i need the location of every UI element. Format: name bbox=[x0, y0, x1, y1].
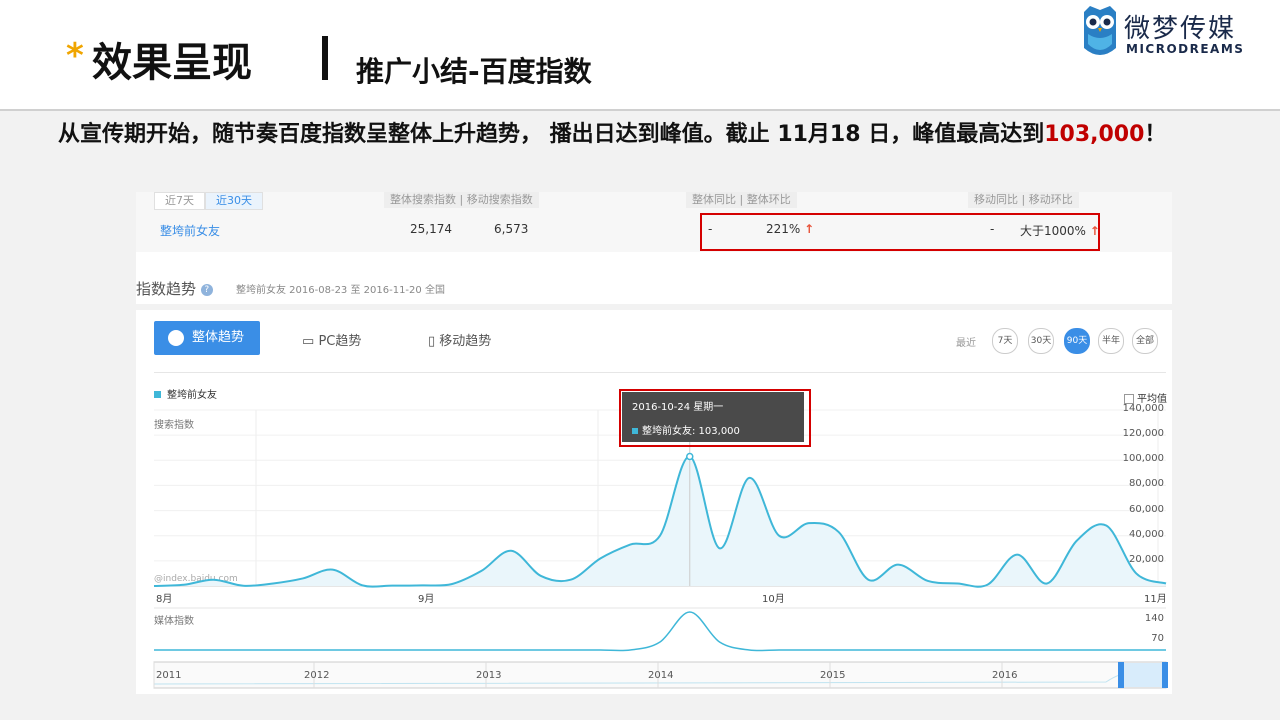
y-tick-label: 80,000 bbox=[1129, 478, 1164, 490]
summary-end: ！ bbox=[1144, 122, 1167, 147]
y-tick-label: 40,000 bbox=[1129, 528, 1164, 540]
overview-year-label: 2012 bbox=[304, 670, 330, 681]
summary-body: 从宣传期开始，随节奏百度指数呈整体上升趋势， 播出日达到峰值。截止 11月18 … bbox=[58, 122, 1045, 147]
media-line bbox=[153, 611, 1166, 652]
brand-logo: 微梦传媒 MICRODREAMS bbox=[1080, 4, 1280, 62]
owl-logo-icon bbox=[1084, 6, 1116, 55]
baidu-index-screenshot: 近7天 近30天 整体搜索指数 | 移动搜索指数 整体同比 | 整体环比 移动同比… bbox=[136, 192, 1172, 694]
x-tick-label: 8月 bbox=[156, 594, 173, 605]
overview-handle-right bbox=[1162, 662, 1168, 688]
title-star: * bbox=[66, 36, 84, 76]
page-subtitle: 推广小结-百度指数 bbox=[356, 55, 592, 88]
summary-peak-value: 103,000 bbox=[1044, 122, 1145, 147]
peak-point bbox=[686, 452, 694, 461]
logo-english: MICRODREAMS bbox=[1126, 42, 1245, 56]
overview-year-label: 2011 bbox=[156, 670, 182, 681]
logo-chinese: 微梦传媒 bbox=[1124, 14, 1237, 44]
summary-text: 从宣传期开始，随节奏百度指数呈整体上升趋势， 播出日达到峰值。截止 11月18 … bbox=[58, 118, 1238, 152]
overview-year-label: 2016 bbox=[992, 670, 1018, 681]
x-tick-label: 11月 bbox=[1144, 594, 1167, 605]
tooltip-highlight-box bbox=[619, 389, 811, 447]
overview-selection bbox=[1120, 663, 1166, 687]
overview-year-label: 2014 bbox=[648, 670, 674, 681]
media-tick: 70 bbox=[1151, 633, 1164, 644]
y-tick-label: 20,000 bbox=[1129, 553, 1164, 565]
x-tick-label: 10月 bbox=[762, 594, 785, 605]
series-area bbox=[154, 456, 1166, 587]
x-tick-label: 9月 bbox=[418, 594, 435, 605]
y-tick-label: 140,000 bbox=[1122, 403, 1164, 414]
y-tick-label: 120,000 bbox=[1122, 428, 1164, 440]
y-tick-label: 100,000 bbox=[1122, 453, 1164, 465]
media-tick: 140 bbox=[1144, 613, 1164, 624]
page-title: 效果呈现 bbox=[92, 40, 252, 86]
overview-year-label: 2015 bbox=[820, 670, 846, 681]
overview-year-label: 2013 bbox=[476, 670, 502, 681]
overview-handle-left bbox=[1118, 662, 1124, 688]
y-tick-label: 60,000 bbox=[1129, 503, 1164, 515]
title-separator bbox=[322, 36, 328, 80]
